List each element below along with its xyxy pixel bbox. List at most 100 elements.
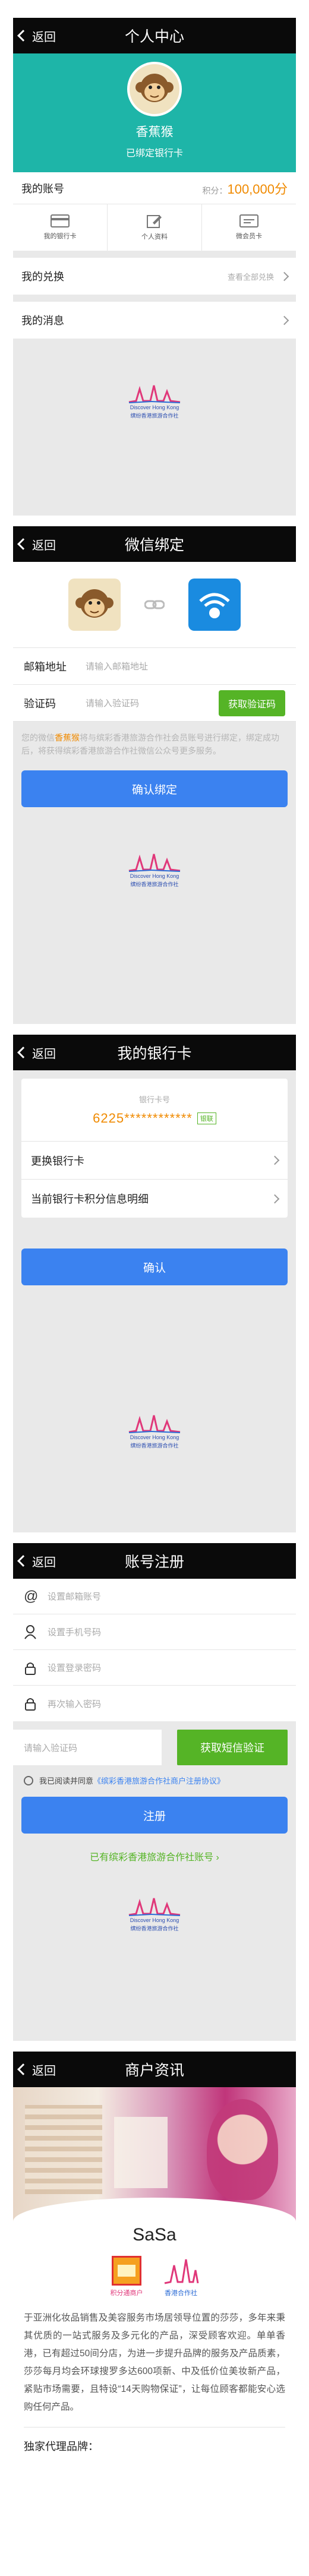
merchant-screen: 返回 商户资讯 SaSa 积分通商户 香港合作社 于亚洲化妆品销售及美容服务市场… <box>13 2052 296 2576</box>
confirm-password-field[interactable]: 再次输入密码 <box>13 1686 296 1721</box>
top-bar: 返回 账号注册 <box>13 1543 296 1579</box>
back-button[interactable]: 返回 <box>17 2052 56 2087</box>
bind-graphic <box>13 562 296 648</box>
card-number-label: 银行卡号 <box>138 1095 170 1104</box>
code-input[interactable]: 请输入验证码 <box>86 697 139 709</box>
back-icon <box>17 30 29 42</box>
account-label: 我的账号 <box>21 182 64 195</box>
brand-logo: Discover Hong Kong 缤纷香港旅游合作社 <box>13 1404 296 1458</box>
member-card-label: 微会员卡 <box>236 233 262 240</box>
skyline-logo-icon <box>128 1898 181 1916</box>
hk-coop-label: 香港合作社 <box>165 2290 197 2297</box>
code-field-row: 验证码 请输入验证码 获取验证码 <box>13 685 296 722</box>
points-merchant-label: 积分通商户 <box>110 2290 143 2297</box>
logo-mark: Discover Hong Kong 缤纷香港旅游合作社 <box>128 383 181 419</box>
get-code-button[interactable]: 获取验证码 <box>219 690 285 716</box>
back-button[interactable]: 返回 <box>17 18 56 53</box>
back-button[interactable]: 返回 <box>17 526 56 562</box>
back-button[interactable]: 返回 <box>17 1035 56 1070</box>
agreement-row: 我已阅读并同意 《缤彩香港旅游合作社商户注册协议》 <box>13 1765 296 1786</box>
logo-script: Discover Hong Kong <box>130 873 179 879</box>
points-merchant-tag: 积分通商户 <box>111 2256 143 2297</box>
top-bar: 返回 我的银行卡 <box>13 1035 296 1070</box>
agreement-link[interactable]: 《缤彩香港旅游合作社商户注册协议》 <box>93 1775 225 1786</box>
user-icon <box>24 1624 36 1639</box>
back-icon <box>17 1555 29 1567</box>
top-bar: 返回 商户资讯 <box>13 2052 296 2087</box>
confirm-bind-button[interactable]: 确认绑定 <box>21 770 288 807</box>
sms-code-input[interactable]: 请输入验证码 <box>13 1730 162 1765</box>
back-icon <box>17 2063 29 2075</box>
password-input[interactable]: 设置登录密码 <box>48 1661 101 1674</box>
exclusive-brands-label: 独家代理品牌： <box>24 2427 285 2454</box>
messages-row[interactable]: 我的消息 <box>13 302 296 339</box>
logo-caption: 缤纷香港旅游合作社 <box>130 412 179 419</box>
points-value: 100,000分 <box>227 181 288 197</box>
login-link[interactable]: 已有缤彩香港旅游合作社账号 › <box>13 1849 296 1863</box>
wechat-bind-screen: 返回 微信绑定 邮箱地址 请输入邮箱地址 验证码 请输入验证码 获取验证码 您的… <box>13 526 296 1024</box>
messages-label: 我的消息 <box>21 315 64 327</box>
email-input[interactable]: 请输入邮箱地址 <box>86 660 148 672</box>
agree-prefix: 我已阅读并同意 <box>39 1777 94 1785</box>
back-label: 返回 <box>32 30 56 44</box>
logo-script: Discover Hong Kong <box>130 1434 179 1440</box>
desc-username: 香蕉猴 <box>55 733 80 742</box>
skyline-logo-icon <box>164 2259 198 2284</box>
phone-field[interactable]: 设置手机号码 <box>13 1614 296 1650</box>
desc-prefix: 您的微信 <box>21 733 55 742</box>
bank-card-icon <box>51 214 70 227</box>
logo-mark: Discover Hong Kong 缤纷香港旅游合作社 <box>128 1896 181 1932</box>
chevron-right-icon <box>279 271 289 281</box>
top-bar: 返回 个人中心 <box>13 18 296 53</box>
skyline-logo-icon <box>128 1415 181 1433</box>
profile-screen: 返回 个人中心 香蕉猴 已绑定银行卡 我的账号 积分：100,000分 我的银行… <box>13 18 296 516</box>
bank-card-action[interactable]: 我的银行卡 <box>13 204 108 251</box>
counter-graphic <box>114 2117 168 2188</box>
logo-caption: 缤纷香港旅游合作社 <box>130 1925 179 1932</box>
at-icon: @ <box>24 1588 39 1604</box>
brand-logo: Discover Hong Kong 缤纷香港旅游合作社 <box>13 1887 296 1940</box>
redeem-link[interactable]: 查看全部兑换 <box>228 271 274 282</box>
logo-script: Discover Hong Kong <box>130 404 179 410</box>
points-merchant-icon <box>112 2256 141 2286</box>
get-sms-button[interactable]: 获取短信验证 <box>177 1730 288 1765</box>
profile-header: 香蕉猴 已绑定银行卡 <box>13 53 296 172</box>
password-field[interactable]: 设置登录密码 <box>13 1650 296 1686</box>
wifi-icon <box>199 593 230 618</box>
points-detail-row[interactable]: 当前银行卡积分信息明细 <box>21 1180 288 1218</box>
change-card-row[interactable]: 更换银行卡 <box>21 1142 288 1180</box>
page-title: 我的银行卡 <box>117 1045 192 1062</box>
confirm-button[interactable]: 确认 <box>21 1249 288 1285</box>
edit-profile-icon <box>147 215 162 228</box>
avatar[interactable] <box>127 62 182 116</box>
member-card-action[interactable]: 微会员卡 <box>202 204 296 251</box>
logo-script: Discover Hong Kong <box>130 1917 179 1923</box>
card-number: 6225************ <box>93 1111 193 1126</box>
email-account-field[interactable]: @ 设置邮箱账号 <box>13 1579 296 1614</box>
lock-icon <box>25 1698 36 1711</box>
page-title: 商户资讯 <box>124 2062 184 2079</box>
phone-input[interactable]: 设置手机号码 <box>48 1626 101 1638</box>
email-account-input[interactable]: 设置邮箱账号 <box>48 1590 101 1603</box>
back-label: 返回 <box>32 2064 56 2078</box>
bind-description: 您的微信香蕉猴将与缤彩香港旅游合作社会员账号进行绑定，绑定成功后，将获得缤彩香港… <box>13 722 296 757</box>
register-button[interactable]: 注册 <box>21 1797 288 1834</box>
register-form: @ 设置邮箱账号 设置手机号码 设置登录密码 再次输入密码 <box>13 1579 296 1721</box>
user-avatar <box>68 579 121 631</box>
lock-icon <box>25 1662 36 1675</box>
agree-checkbox[interactable] <box>24 1775 33 1785</box>
profile-info-action[interactable]: 个人资料 <box>108 204 202 251</box>
redeem-row[interactable]: 我的兑换 查看全部兑换 <box>13 258 296 295</box>
logo-caption: 缤纷香港旅游合作社 <box>130 881 179 887</box>
back-button[interactable]: 返回 <box>17 1543 56 1579</box>
hk-coop-tag: 香港合作社 <box>163 2256 199 2297</box>
merchant-tags: 积分通商户 香港合作社 <box>13 2256 296 2297</box>
monkey-avatar-icon <box>135 74 174 102</box>
unionpay-badge: 银联 <box>197 1112 216 1124</box>
points-display: 积分：100,000分 <box>202 179 288 198</box>
shelf-graphic <box>25 2105 102 2194</box>
bank-card-label: 我的银行卡 <box>43 233 77 240</box>
confirm-password-input[interactable]: 再次输入密码 <box>48 1698 101 1710</box>
change-card-label: 更换银行卡 <box>31 1155 84 1167</box>
brand-logo: Discover Hong Kong 缤纷香港旅游合作社 <box>13 374 296 428</box>
